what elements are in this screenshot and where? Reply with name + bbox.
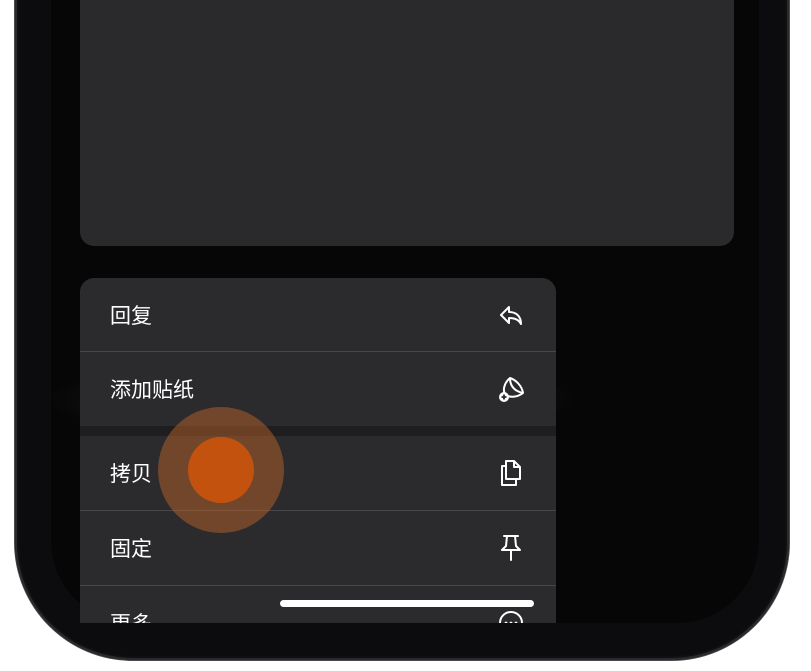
touch-indicator — [188, 437, 254, 503]
menu-item-label: 拷贝 — [110, 462, 152, 486]
menu-item-add-sticker[interactable]: 添加贴纸 — [80, 352, 556, 426]
menu-section-divider — [80, 426, 556, 436]
menu-item-label: 添加贴纸 — [110, 378, 194, 402]
menu-item-label: 固定 — [110, 537, 152, 561]
context-menu: 回复 添加贴纸 拷贝 固定 — [80, 278, 556, 623]
more-icon — [496, 608, 526, 623]
add-sticker-icon — [496, 374, 526, 404]
menu-item-label: 更多 — [110, 608, 152, 623]
pin-icon — [496, 533, 526, 563]
home-indicator[interactable] — [280, 600, 534, 607]
menu-item-label: 回复 — [110, 304, 152, 328]
reply-icon — [496, 300, 526, 330]
menu-item-reply[interactable]: 回复 — [80, 278, 556, 352]
menu-item-copy[interactable]: 拷贝 — [80, 436, 556, 510]
menu-item-pin[interactable]: 固定 — [80, 511, 556, 585]
copy-icon — [496, 458, 526, 488]
